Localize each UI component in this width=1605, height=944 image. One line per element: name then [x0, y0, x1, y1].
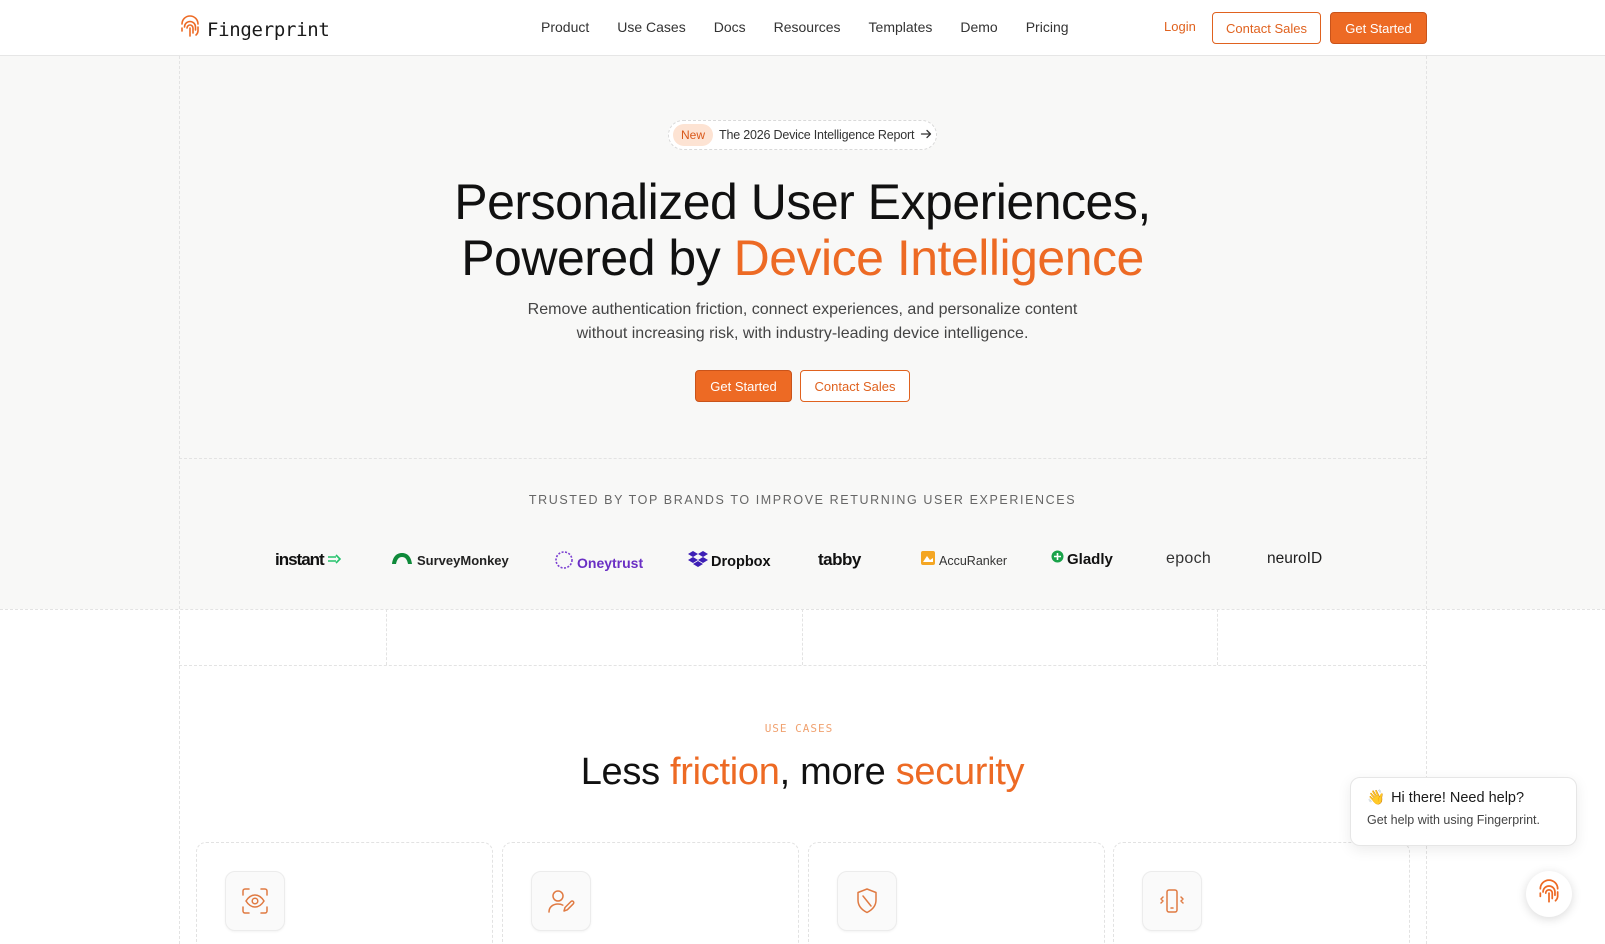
- logo[interactable]: Fingerprint: [179, 15, 330, 44]
- frame-divider: [1217, 609, 1218, 665]
- trusted-label: TRUSTED BY TOP BRANDS TO IMPROVE RETURNI…: [528, 493, 1077, 507]
- announcement-pill[interactable]: New The 2026 Device Intelligence Report: [668, 120, 937, 150]
- use-cases-title-accent2: security: [895, 751, 1025, 793]
- use-cases-title-part2: , more: [779, 751, 896, 793]
- nav-product[interactable]: Product: [541, 19, 589, 35]
- surveymonkey-logo-icon: [390, 550, 414, 571]
- nav-contact-sales-button[interactable]: Contact Sales: [1212, 12, 1321, 44]
- frame-divider: [179, 458, 1426, 459]
- top-navbar: Fingerprint Product Use Cases Docs Resou…: [0, 0, 1605, 56]
- brand-surveymonkey-text: SurveyMonkey: [417, 553, 509, 568]
- arrow-right-icon: [920, 128, 932, 143]
- frame-divider: [802, 609, 803, 665]
- chat-subtitle: Get help with using Fingerprint.: [1367, 813, 1541, 827]
- hero-get-started-button[interactable]: Get Started: [695, 370, 792, 402]
- announcement-text: The 2026 Device Intelligence Report: [719, 128, 915, 142]
- use-case-card[interactable]: [196, 842, 493, 944]
- brand-accuranker-text: AccuRanker: [939, 553, 1008, 568]
- brand-instant: instant: [275, 550, 341, 570]
- brand-epoch-text: epoch: [1166, 550, 1212, 567]
- nav-get-started-button[interactable]: Get Started: [1330, 12, 1427, 44]
- use-cases-title-part1: Less: [580, 751, 671, 793]
- accuranker-logo-icon: [920, 550, 936, 571]
- gladly-logo-icon: [1051, 550, 1064, 568]
- wave-icon: 👋: [1367, 790, 1386, 806]
- nav-use-cases[interactable]: Use Cases: [617, 19, 685, 35]
- use-case-card[interactable]: [808, 842, 1105, 944]
- eye-scan-icon: [225, 871, 285, 931]
- chat-launcher-button[interactable]: [1526, 871, 1572, 917]
- brand-epoch: epoch: [1166, 550, 1211, 568]
- oneytrust-logo-icon: [554, 550, 574, 575]
- use-case-card[interactable]: [1113, 842, 1410, 944]
- user-edit-icon: [531, 871, 591, 931]
- brand-neuroid-text: neuroID: [1267, 550, 1323, 567]
- nav-links: Product Use Cases Docs Resources Templat…: [541, 19, 1069, 35]
- new-badge: New: [673, 124, 714, 146]
- hero-subtitle-line2: without increasing risk, with industry-l…: [576, 325, 1029, 342]
- shield-icon: [837, 871, 897, 931]
- brand-dropbox: Dropbox: [688, 550, 771, 573]
- brand-neuroid: neuroID: [1267, 550, 1322, 568]
- nav-docs[interactable]: Docs: [714, 19, 746, 35]
- brand-tabby: tabby: [818, 550, 861, 570]
- fingerprint-icon: [1537, 878, 1561, 910]
- instant-arrows-icon: [327, 551, 341, 569]
- hero-title-prefix: Powered by: [461, 230, 734, 286]
- phone-vibrate-icon: [1142, 871, 1202, 931]
- chat-popup[interactable]: 👋 Hi there! Need help? Get help with usi…: [1350, 777, 1577, 846]
- use-case-card[interactable]: [502, 842, 799, 944]
- brand-tabby-text: tabby: [818, 550, 861, 569]
- fingerprint-logo-icon: [179, 15, 201, 44]
- use-cases-label: USE CASES: [764, 722, 834, 735]
- login-link[interactable]: Login: [1164, 19, 1196, 34]
- nav-demo[interactable]: Demo: [960, 19, 997, 35]
- hero-title-accent: Device Intelligence: [733, 230, 1145, 286]
- brand-dropbox-text: Dropbox: [711, 553, 771, 570]
- brand-instant-text: instant: [275, 550, 325, 569]
- chat-title: 👋 Hi there! Need help?: [1367, 789, 1560, 807]
- brand-oneytrust: Oneytrust: [554, 550, 643, 575]
- nav-templates[interactable]: Templates: [869, 19, 933, 35]
- chat-title-text: Hi there! Need help?: [1391, 789, 1525, 806]
- brand-surveymonkey: SurveyMonkey: [390, 550, 509, 571]
- hero-title-line2: Powered by Device Intelligence: [0, 230, 1605, 286]
- frame-divider: [386, 609, 387, 665]
- frame-divider: [179, 665, 1426, 666]
- hero-subtitle-line1: Remove authentication friction, connect …: [527, 301, 1078, 318]
- brand-logos: instant SurveyMonkey Oneytrust Dropbox t…: [0, 550, 1605, 573]
- brand-gladly: Gladly: [1051, 550, 1113, 568]
- use-cases-title-accent1: friction: [670, 751, 780, 793]
- brand-oneytrust-text: Oneytrust: [577, 554, 644, 571]
- nav-resources[interactable]: Resources: [774, 19, 841, 35]
- dropbox-logo-icon: [688, 550, 708, 573]
- hero-contact-sales-button[interactable]: Contact Sales: [800, 370, 910, 402]
- hero-title-line1: Personalized User Experiences,: [454, 174, 1151, 230]
- brand-gladly-text: Gladly: [1067, 550, 1113, 568]
- logo-text: Fingerprint: [207, 18, 330, 41]
- brand-accuranker: AccuRanker: [920, 550, 1007, 571]
- nav-pricing[interactable]: Pricing: [1026, 19, 1069, 35]
